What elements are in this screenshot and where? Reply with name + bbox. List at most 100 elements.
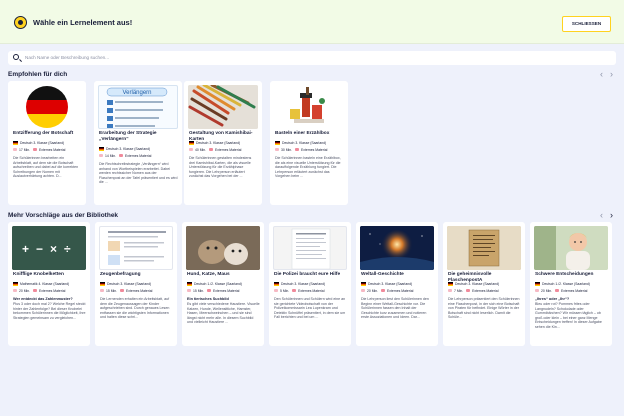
clock-icon bbox=[13, 289, 17, 293]
german-flag-icon bbox=[189, 141, 194, 145]
card-meta: 20 Min. Externes Material bbox=[13, 289, 86, 294]
card-description: Die Lehrperson liest den Schülerinnen de… bbox=[361, 297, 429, 320]
german-flag-icon bbox=[361, 282, 366, 286]
german-flag-icon bbox=[100, 282, 105, 286]
card-title: Knifflige Knobelketten bbox=[13, 272, 64, 277]
library-card[interactable]: + − × ÷ Knifflige Knobelketten Mathematik 4… bbox=[8, 222, 90, 346]
library-card[interactable]: Schwere Entscheidungen Deutsch 1./2. Kla… bbox=[530, 222, 612, 346]
lernelement-logo-icon bbox=[14, 16, 27, 29]
card-meta: 14 Min. Externes Material bbox=[99, 154, 178, 159]
section-title-more: Mehr Vorschläge aus der Bibliothek bbox=[8, 212, 119, 219]
chevron-left-icon[interactable]: ‹ bbox=[600, 70, 603, 79]
material-icon bbox=[554, 289, 559, 293]
close-button[interactable]: SCHLIESSEN bbox=[562, 16, 611, 32]
card-description: Die Schülerinnen basteln eine Erzählbox,… bbox=[275, 156, 341, 179]
page-title: Wähle ein Lernelement aus! bbox=[33, 18, 133, 27]
card-subheading: Wer entdeckt das Zahlenmuster? bbox=[13, 297, 73, 301]
library-card[interactable]: Weltall-Geschichte Deutsch 3. Klasse (Sa… bbox=[356, 222, 438, 346]
card-thumbnail: Verlängern bbox=[98, 85, 178, 129]
card-meta: 30 Min. Externes Material bbox=[275, 148, 344, 153]
svg-text:−: − bbox=[36, 242, 43, 256]
svg-text:+: + bbox=[22, 242, 29, 256]
search-input[interactable]: Nach Name oder Beschreibung suchen... bbox=[8, 51, 616, 65]
german-flag-icon bbox=[448, 282, 453, 286]
clock-icon bbox=[99, 154, 103, 158]
svg-text:Verlängern: Verlängern bbox=[122, 90, 151, 96]
clock-icon bbox=[535, 289, 539, 293]
library-card[interactable]: Hund, Katze, Maus Deutsch 1./2. Klasse (… bbox=[182, 222, 264, 346]
clock-icon bbox=[189, 148, 193, 152]
material-icon bbox=[118, 154, 123, 158]
card-meta: 20 Min. Externes Material bbox=[535, 289, 608, 294]
recommended-card[interactable]: Entzifferung der Botschaft Deutsch 3. Kl… bbox=[8, 81, 86, 205]
material-icon bbox=[32, 148, 37, 152]
card-grade: Deutsch 1./2. Klasse (Saarland) bbox=[535, 282, 608, 287]
card-title: Hund, Katze, Maus bbox=[187, 272, 230, 277]
card-thumbnail bbox=[273, 226, 347, 270]
german-flag-icon bbox=[274, 282, 279, 286]
card-thumbnail bbox=[12, 85, 82, 129]
chevron-right-icon[interactable]: › bbox=[610, 70, 613, 79]
recommended-card[interactable]: Gestaltung von Kamishibai-Karten Deutsch… bbox=[184, 81, 262, 205]
library-card[interactable]: Die Polizei braucht eure Hilfe Deutsch 3… bbox=[269, 222, 351, 346]
card-thumbnail bbox=[534, 226, 608, 270]
svg-text:×: × bbox=[50, 242, 57, 256]
search-icon bbox=[13, 54, 19, 60]
card-description: Plus 3 oder doch mal 2? Welche Regel ste… bbox=[13, 302, 86, 320]
material-icon bbox=[208, 148, 213, 152]
card-grade: Deutsch 3. Klasse (Saarland) bbox=[100, 282, 173, 287]
card-description: Die Schülerinnen bearbeiten ein Arbeitsb… bbox=[13, 156, 79, 179]
card-meta: 20 Min. Externes Material bbox=[361, 289, 434, 294]
card-thumbnail bbox=[186, 226, 260, 270]
card-grade: Mathematik 4. Klasse (Saarland) bbox=[13, 282, 86, 287]
chevron-right-icon[interactable]: › bbox=[610, 211, 613, 220]
card-thumbnail bbox=[99, 226, 173, 270]
card-meta: 15 Min. Externes Material bbox=[187, 289, 260, 294]
card-thumbnail bbox=[360, 226, 434, 270]
card-description: Den Schülerinnen und Schülern wird eine … bbox=[274, 297, 346, 320]
recommended-card[interactable]: Basteln einer Erzählbox Deutsch 3. Klass… bbox=[270, 81, 348, 205]
card-grade: Deutsch 3. Klasse (Saarland) bbox=[275, 141, 344, 146]
card-title: Schwere Entscheidungen bbox=[535, 272, 594, 277]
card-title: Weltall-Geschichte bbox=[361, 272, 404, 277]
card-title: Die Polizei braucht eure Hilfe bbox=[274, 272, 341, 277]
card-grade: Deutsch 3. Klasse (Saarland) bbox=[274, 282, 347, 287]
material-icon bbox=[294, 148, 299, 152]
german-flag-icon bbox=[13, 282, 18, 286]
card-title: Erarbeitung der Strategie „Verlängern“ bbox=[99, 131, 157, 142]
clock-icon bbox=[274, 289, 278, 293]
library-card[interactable]: Die geheimnisvolle FlaschenpostA Deutsch… bbox=[443, 222, 525, 346]
card-title: Zeugenbefragung bbox=[100, 272, 141, 277]
section-title-recommended: Empfohlen für dich bbox=[8, 71, 68, 78]
card-grade: Deutsch 1./2. Klasse (Saarland) bbox=[187, 282, 260, 287]
card-meta: 17 Min. Externes Material bbox=[13, 148, 82, 153]
clock-icon bbox=[361, 289, 365, 293]
card-title: Basteln einer Erzählbox bbox=[275, 131, 330, 136]
material-icon bbox=[206, 289, 211, 293]
card-grade: Deutsch 3. Klasse (Saarland) bbox=[189, 141, 258, 146]
search-placeholder: Nach Name oder Beschreibung suchen... bbox=[25, 55, 110, 60]
card-title: Entzifferung der Botschaft bbox=[13, 131, 74, 136]
clock-icon bbox=[13, 148, 17, 152]
german-flag-icon bbox=[13, 141, 18, 145]
card-grade: Deutsch 3. Klasse (Saarland) bbox=[361, 282, 434, 287]
card-subheading: „Ihres“ oder „Ihr“? bbox=[535, 297, 570, 301]
clock-icon bbox=[448, 289, 452, 293]
card-description: Die Schülerinnen gestalten mindestens dr… bbox=[189, 156, 252, 179]
recommended-card[interactable]: Verlängern Erarbeitung der Strategie „Ve… bbox=[94, 81, 182, 205]
material-icon bbox=[380, 289, 385, 293]
chevron-left-icon[interactable]: ‹ bbox=[600, 211, 603, 220]
card-description: Die Lernenden erhalten ein Arbeitsblatt,… bbox=[100, 297, 170, 320]
card-meta: 40 Min. Externes Material bbox=[189, 148, 258, 153]
card-thumbnail: + − × ÷ bbox=[12, 226, 86, 270]
german-flag-icon bbox=[99, 147, 104, 151]
material-icon bbox=[32, 289, 37, 293]
card-meta: 5 Min. Externes Material bbox=[274, 289, 347, 294]
card-thumbnail bbox=[188, 85, 258, 129]
card-meta: 15 Min. Externes Material bbox=[100, 289, 173, 294]
clock-icon bbox=[275, 148, 279, 152]
card-description: Die Lehrperson präsentiert den Schülerin… bbox=[448, 297, 520, 320]
card-description: Bleu oder rot? Pommes frites oder Langnu… bbox=[535, 302, 602, 329]
library-card[interactable]: Zeugenbefragung Deutsch 3. Klasse (Saarl… bbox=[95, 222, 177, 346]
card-description: Es gibt viele verschiedene Haustiere. Vi… bbox=[187, 302, 260, 325]
